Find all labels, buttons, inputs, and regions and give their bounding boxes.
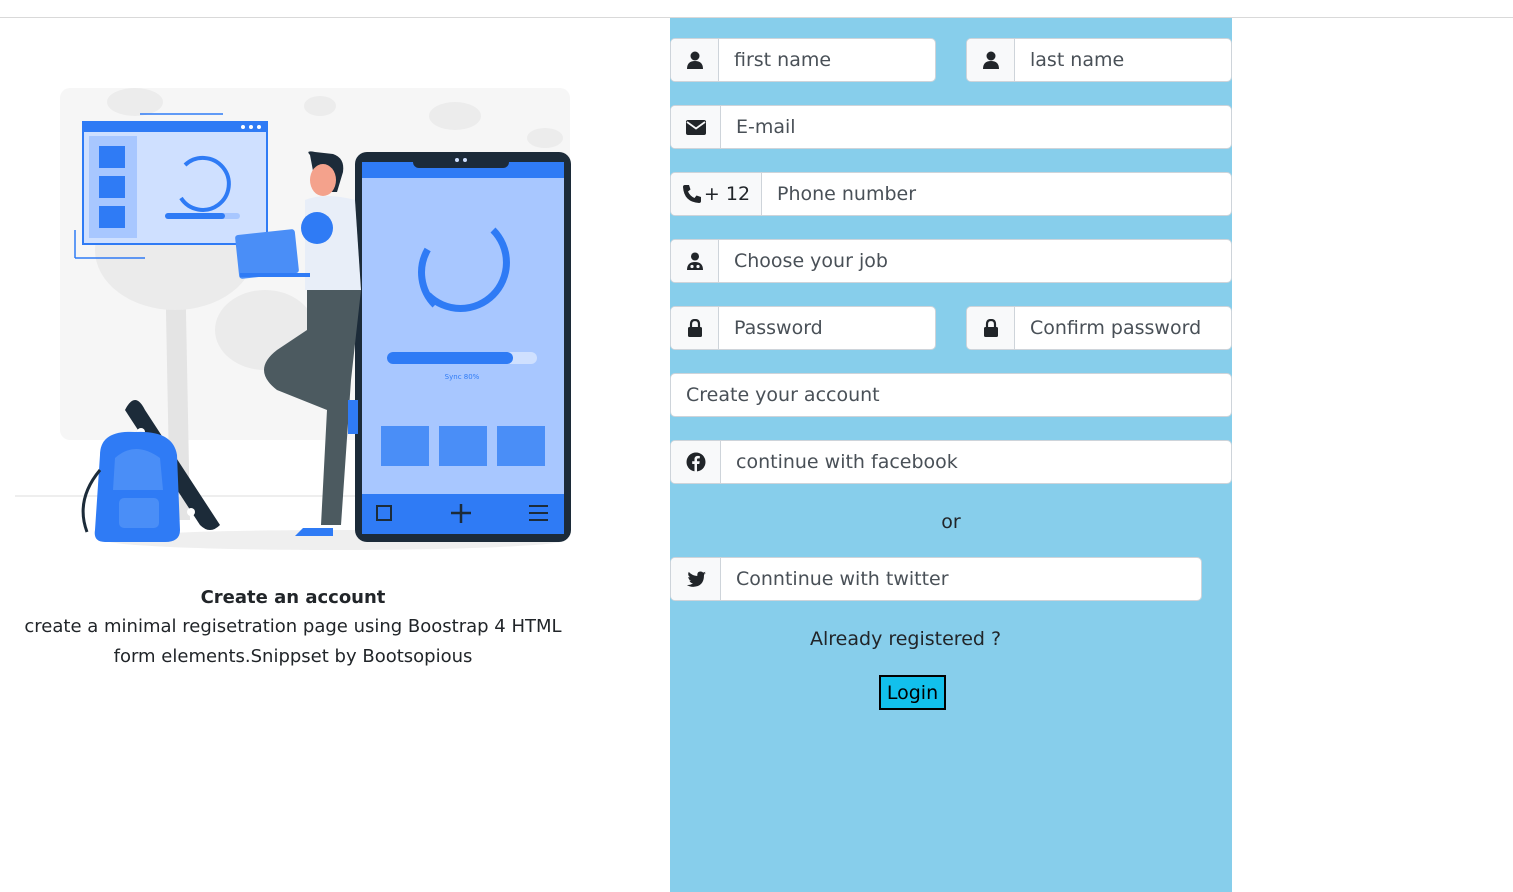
confirm-password-input[interactable]	[1015, 307, 1231, 349]
job-group: Choose your job	[670, 239, 1232, 283]
create-account-button[interactable]: Create your account	[670, 373, 1232, 417]
facebook-icon	[671, 441, 721, 483]
facebook-login-label: continue with facebook	[736, 451, 958, 473]
intro-caption: Create an account create a minimal regis…	[15, 584, 571, 672]
phone-group: + 12	[670, 172, 1232, 216]
login-button[interactable]: Login	[879, 675, 946, 710]
facebook-login-group[interactable]: continue with facebook	[670, 440, 1232, 484]
user-doctor-icon	[671, 240, 719, 282]
first-name-group	[670, 38, 936, 82]
job-select[interactable]: Choose your job	[719, 240, 1231, 282]
phone-number-input[interactable]	[762, 173, 1231, 215]
intro-title: Create an account	[200, 587, 386, 608]
sync-progress-text: Sync 80%	[445, 373, 480, 381]
password-input[interactable]	[719, 307, 935, 349]
phone-code-addon: + 12	[671, 173, 762, 215]
user-icon	[967, 39, 1015, 81]
twitter-login-group[interactable]: Conntinue with twitter	[670, 557, 1202, 601]
already-registered-text: Already registered ?	[810, 628, 1002, 650]
password-group	[670, 306, 936, 350]
lock-icon	[671, 307, 719, 349]
email-input[interactable]	[721, 106, 1231, 148]
lock-icon	[967, 307, 1015, 349]
last-name-input[interactable]	[1015, 39, 1231, 81]
intro-description: create a minimal regisetration page usin…	[24, 616, 562, 667]
registration-form-panel: + 12 Choose your job Create your account…	[670, 18, 1232, 892]
phone-icon	[682, 185, 701, 203]
twitter-icon	[671, 558, 721, 600]
confirm-password-group	[966, 306, 1232, 350]
phone-country-code[interactable]: + 12	[704, 183, 750, 205]
envelope-icon	[671, 106, 721, 148]
or-separator: or	[941, 511, 961, 533]
first-name-input[interactable]	[719, 39, 935, 81]
signup-illustration: Sync 80%	[15, 80, 575, 560]
email-group	[670, 105, 1232, 149]
twitter-login-label: Conntinue with twitter	[736, 568, 949, 590]
last-name-group	[966, 38, 1232, 82]
user-icon	[671, 39, 719, 81]
